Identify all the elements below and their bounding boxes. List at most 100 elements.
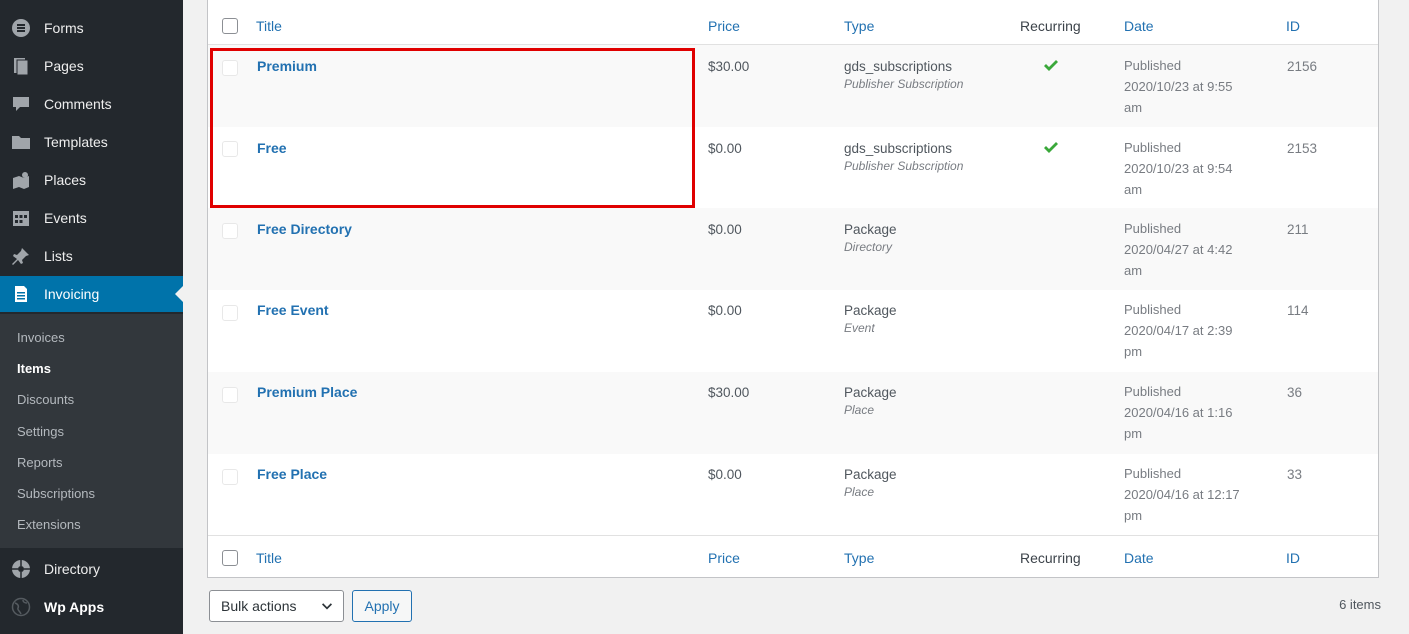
item-date: Published 2020/04/27 at 4:42 am [1124, 218, 1274, 281]
menu-label: Places [44, 172, 87, 188]
column-type[interactable]: Type [844, 550, 874, 566]
item-type: Package Place [844, 385, 897, 417]
column-id[interactable]: ID [1286, 18, 1300, 34]
column-date[interactable]: Date [1124, 550, 1154, 566]
column-recurring: Recurring [1020, 18, 1081, 34]
menu-item-wp-apps[interactable]: Wp Apps [0, 589, 183, 625]
menu-item-lists[interactable]: Lists [0, 238, 183, 274]
item-date-status: Published [1124, 140, 1182, 155]
table-row: Free $0.00 gds_subscriptions Publisher S… [208, 127, 1378, 208]
column-price[interactable]: Price [708, 18, 740, 34]
globe-icon [11, 597, 31, 617]
item-type-main: Package [844, 222, 897, 237]
item-title-link[interactable]: Free Directory [257, 221, 352, 237]
table-footer: Title Price Type Recurring Date ID [208, 535, 1378, 578]
pages-icon [11, 56, 31, 76]
table-row: Premium Place $30.00 Package Place Publi… [208, 372, 1378, 454]
column-type[interactable]: Type [844, 18, 874, 34]
submenu-discounts[interactable]: Discounts [17, 392, 74, 407]
row-checkbox[interactable] [222, 223, 238, 239]
row-checkbox[interactable] [222, 141, 238, 157]
item-date-status: Published [1124, 466, 1182, 481]
menu-label: Directory [44, 561, 101, 577]
menu-item-directory[interactable]: Directory [0, 551, 183, 587]
item-date: Published 2020/10/23 at 9:55 am [1124, 55, 1274, 118]
submenu-extensions[interactable]: Extensions [17, 517, 81, 532]
item-date-datetime: 2020/04/17 at 2:39 [1124, 323, 1233, 338]
row-checkbox[interactable] [222, 387, 238, 403]
item-date-ampm: am [1124, 100, 1143, 115]
item-title-link[interactable]: Free [257, 140, 287, 156]
item-type-sub: Publisher Subscription [844, 77, 964, 91]
item-title-link[interactable]: Premium [257, 58, 317, 74]
items-table: Title Price Type Recurring Date ID Premi… [207, 0, 1379, 578]
item-type-sub: Place [844, 485, 875, 499]
column-recurring: Recurring [1020, 550, 1081, 566]
menu-label: Pages [44, 58, 84, 74]
item-price: $0.00 [708, 467, 742, 482]
chevron-down-icon [321, 600, 333, 612]
submenu-reports[interactable]: Reports [17, 455, 63, 470]
item-date-status: Published [1124, 384, 1182, 399]
item-id: 36 [1287, 385, 1303, 400]
item-type-sub: Directory [844, 240, 893, 254]
item-date-datetime: 2020/04/16 at 12:17 [1124, 487, 1240, 502]
menu-label: Templates [44, 134, 108, 150]
item-type: Package Place [844, 467, 897, 499]
row-checkbox[interactable] [222, 60, 238, 76]
column-price[interactable]: Price [708, 550, 740, 566]
item-title-link[interactable]: Free Event [257, 302, 329, 318]
submenu-invoices[interactable]: Invoices [17, 330, 65, 345]
menu-item-comments[interactable]: Comments [0, 86, 183, 122]
submenu-items[interactable]: Items [17, 361, 51, 376]
item-type: Package Event [844, 303, 897, 335]
table-row: Free Place $0.00 Package Place Published… [208, 454, 1378, 535]
app-window: Forms Pages Comments Templates Places Ev… [0, 0, 1409, 634]
calendar-icon [11, 208, 31, 228]
menu-label: Comments [44, 96, 112, 112]
submenu-settings[interactable]: Settings [17, 424, 64, 439]
item-type-main: Package [844, 467, 897, 482]
select-all-checkbox-footer[interactable] [222, 550, 238, 566]
item-type-sub: Publisher Subscription [844, 159, 964, 173]
item-date-ampm: pm [1124, 508, 1143, 523]
recurring-check-icon [1043, 59, 1059, 76]
item-date-status: Published [1124, 58, 1182, 73]
submenu-subscriptions[interactable]: Subscriptions [17, 486, 95, 501]
menu-item-events[interactable]: Events [0, 200, 183, 236]
menu-item-pages[interactable]: Pages [0, 48, 183, 84]
column-title[interactable]: Title [256, 18, 282, 34]
item-date-ampm: pm [1124, 426, 1143, 441]
comments-icon [11, 94, 31, 114]
column-id[interactable]: ID [1286, 550, 1300, 566]
folder-icon [11, 132, 31, 152]
bulk-actions-select[interactable]: Bulk actions [209, 590, 344, 622]
item-title-link[interactable]: Premium Place [257, 384, 357, 400]
row-checkbox[interactable] [222, 305, 238, 321]
item-id: 2153 [1287, 141, 1318, 156]
item-price: $0.00 [708, 303, 742, 318]
item-date-ampm: am [1124, 182, 1143, 197]
item-date-datetime: 2020/04/27 at 4:42 [1124, 242, 1233, 257]
recurring-check-icon [1043, 141, 1059, 158]
table-row: Premium $30.00 gds_subscriptions Publish… [208, 45, 1378, 127]
apply-button[interactable]: Apply [352, 590, 412, 622]
table-row: Free Directory $0.00 Package Directory P… [208, 208, 1378, 290]
item-date-ampm: pm [1124, 344, 1143, 359]
menu-item-places[interactable]: Places [0, 162, 183, 198]
item-id: 2156 [1287, 59, 1318, 74]
menu-item-templates[interactable]: Templates [0, 124, 183, 160]
item-type: gds_subscriptions Publisher Subscription [844, 141, 963, 173]
item-title-link[interactable]: Free Place [257, 466, 327, 482]
column-title[interactable]: Title [256, 550, 282, 566]
menu-item-invoicing[interactable]: Invoicing [0, 276, 183, 312]
column-date[interactable]: Date [1124, 18, 1154, 34]
item-date: Published 2020/04/16 at 1:16 pm [1124, 381, 1274, 444]
row-checkbox[interactable] [222, 469, 238, 485]
select-all-checkbox[interactable] [222, 18, 238, 34]
table-row: Free Event $0.00 Package Event Published… [208, 290, 1378, 372]
item-date-datetime: 2020/10/23 at 9:55 [1124, 79, 1233, 94]
menu-item-forms[interactable]: Forms [0, 10, 183, 46]
item-id: 114 [1287, 303, 1309, 318]
menu-label: Forms [44, 20, 84, 36]
